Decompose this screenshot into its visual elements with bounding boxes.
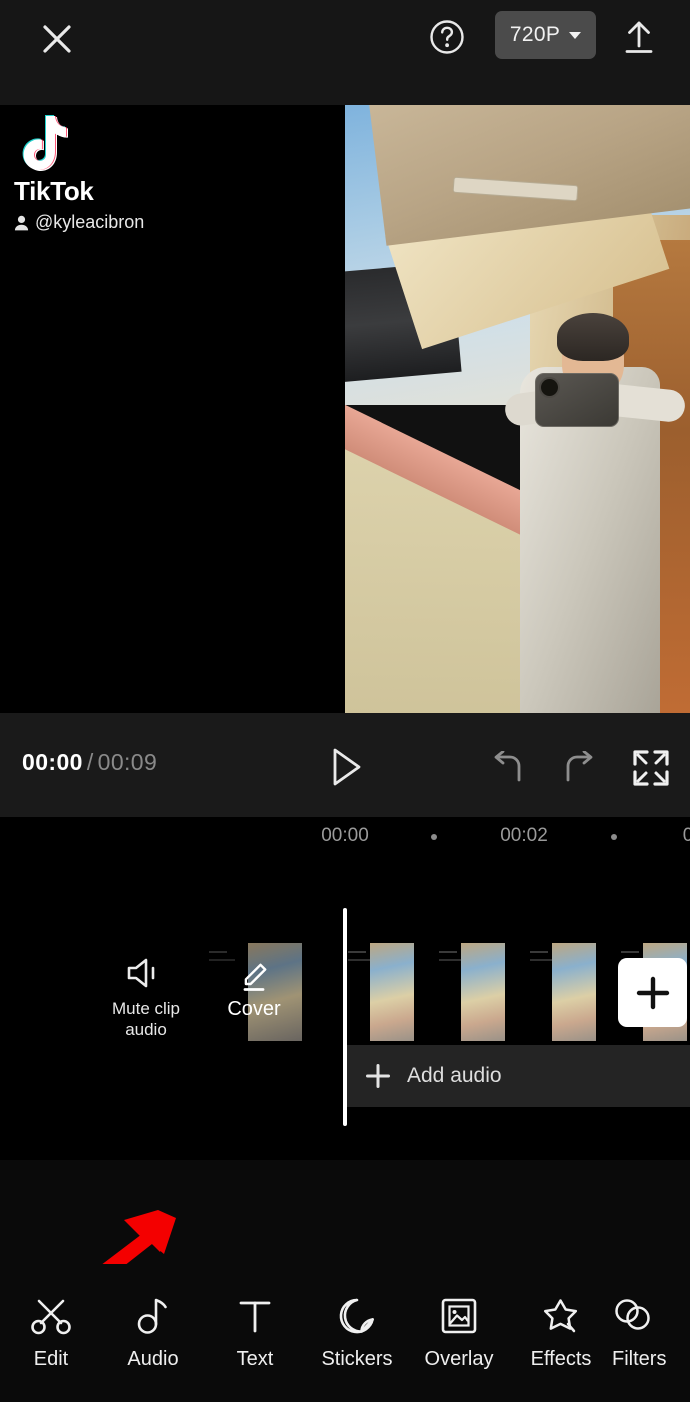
clip-thumbnail[interactable]	[527, 943, 596, 1041]
help-button[interactable]	[424, 14, 470, 60]
redo-icon	[566, 751, 593, 782]
clip-waveform-tick	[621, 951, 639, 953]
chevron-down-icon	[569, 31, 582, 39]
tiktok-watermark: TikTok @kyleacibron	[14, 113, 144, 233]
time-separator: /	[86, 749, 94, 775]
clip-waveform-tick	[439, 951, 457, 953]
person-icon	[14, 215, 29, 230]
video-editor-screen: 720P TikTok @kyleacibron 00:00 / 00:09 0…	[0, 0, 690, 1402]
help-circle-icon	[430, 20, 464, 54]
mute-label-line2: audio	[125, 1020, 167, 1039]
clip-waveform-tick	[348, 951, 366, 953]
playhead-indicator[interactable]	[343, 908, 347, 1126]
fullscreen-icon	[633, 750, 669, 786]
text-t-icon	[237, 1295, 273, 1335]
tiktok-logo-icon	[22, 115, 69, 171]
image-frame-icon	[440, 1295, 478, 1335]
sticker-icon	[338, 1295, 376, 1335]
tool-overlay[interactable]: Overlay	[408, 1295, 510, 1371]
plus-icon	[366, 1064, 390, 1088]
tool-filters[interactable]: Filters	[612, 1295, 672, 1371]
ruler-time-label: 00:02	[500, 825, 548, 846]
clip-thumbnail[interactable]	[436, 943, 505, 1041]
resolution-label: 720P	[509, 23, 561, 46]
tool-audio[interactable]: Audio	[102, 1295, 204, 1371]
mute-clip-audio-button[interactable]: Mute clip audio	[100, 957, 192, 1040]
cover-overlay: Cover	[206, 943, 302, 1041]
add-clip-button[interactable]	[618, 958, 687, 1027]
undo-icon	[494, 751, 521, 782]
video-phone-lens	[541, 379, 558, 396]
clip-thumbnail[interactable]	[345, 943, 414, 1041]
tool-label: Edit	[33, 1348, 69, 1370]
tiktok-brand-label: TikTok	[14, 176, 94, 206]
tool-label: Stickers	[321, 1348, 393, 1370]
clip-thumbnail-image	[552, 943, 596, 1041]
mute-label-line1: Mute clip	[111, 999, 181, 1018]
tool-label: Audio	[127, 1348, 179, 1370]
plus-icon	[636, 976, 669, 1009]
cover-button[interactable]: Cover	[206, 943, 302, 1041]
tool-text[interactable]: Text	[204, 1295, 306, 1371]
clip-thumbnail-image	[370, 943, 414, 1041]
add-audio-button[interactable]: Add audio	[345, 1045, 690, 1107]
time-display: 00:00/00:09	[22, 749, 157, 776]
scissors-icon	[30, 1295, 72, 1335]
sparkle-star-icon	[541, 1295, 581, 1335]
undo-button[interactable]	[484, 747, 530, 789]
music-note-icon	[135, 1295, 171, 1335]
tiktok-username-label: @kyleacibron	[35, 212, 145, 232]
clip-strip[interactable]	[345, 943, 690, 1041]
video-person-hair	[557, 313, 629, 361]
tool-label: Filters	[612, 1348, 667, 1370]
tool-label: Text	[236, 1348, 274, 1370]
resolution-selector[interactable]: 720P	[495, 11, 596, 59]
video-preview[interactable]: TikTok @kyleacibron	[0, 105, 690, 713]
top-bar: 720P	[0, 0, 690, 105]
mute-clip-audio-label: Mute clip audio	[112, 998, 180, 1040]
ruler-tick-dot	[431, 834, 437, 840]
clip-thumbnail-image	[461, 943, 505, 1041]
close-button[interactable]	[33, 15, 81, 63]
tool-effects[interactable]: Effects	[510, 1295, 612, 1371]
upload-arrow-icon	[625, 21, 653, 53]
timeline-ruler: 00:00 00:02 0	[0, 825, 690, 865]
ruler-time-label: 0	[682, 825, 690, 846]
total-time: 00:09	[97, 749, 158, 775]
timeline-panel[interactable]: 00:00 00:02 0 Mute clip audio Cover Add …	[0, 817, 690, 1160]
playback-control-bar: 00:00/00:09	[0, 713, 690, 817]
ruler-time-label: 00:00	[321, 825, 369, 846]
bottom-toolbar: Edit Audio Text Stickers Overlay Effects…	[0, 1264, 690, 1402]
play-icon	[333, 748, 361, 786]
ruler-tick-dot	[611, 834, 617, 840]
video-frame	[345, 105, 690, 713]
current-time: 00:00	[22, 749, 83, 775]
export-button[interactable]	[615, 14, 663, 60]
tool-edit[interactable]: Edit	[0, 1295, 102, 1371]
filter-circles-icon	[612, 1295, 652, 1335]
clip-waveform-tick	[530, 951, 548, 953]
tool-stickers[interactable]: Stickers	[306, 1295, 408, 1371]
fullscreen-button[interactable]	[628, 745, 674, 791]
pencil-edit-icon	[243, 963, 267, 991]
play-button[interactable]	[322, 745, 370, 789]
add-audio-label: Add audio	[407, 1064, 502, 1087]
close-icon	[43, 25, 71, 53]
tool-label: Overlay	[424, 1348, 494, 1370]
redo-button[interactable]	[557, 747, 603, 789]
tool-label: Effects	[530, 1348, 592, 1370]
speaker-icon	[127, 958, 155, 988]
cover-label: Cover	[227, 998, 281, 1020]
